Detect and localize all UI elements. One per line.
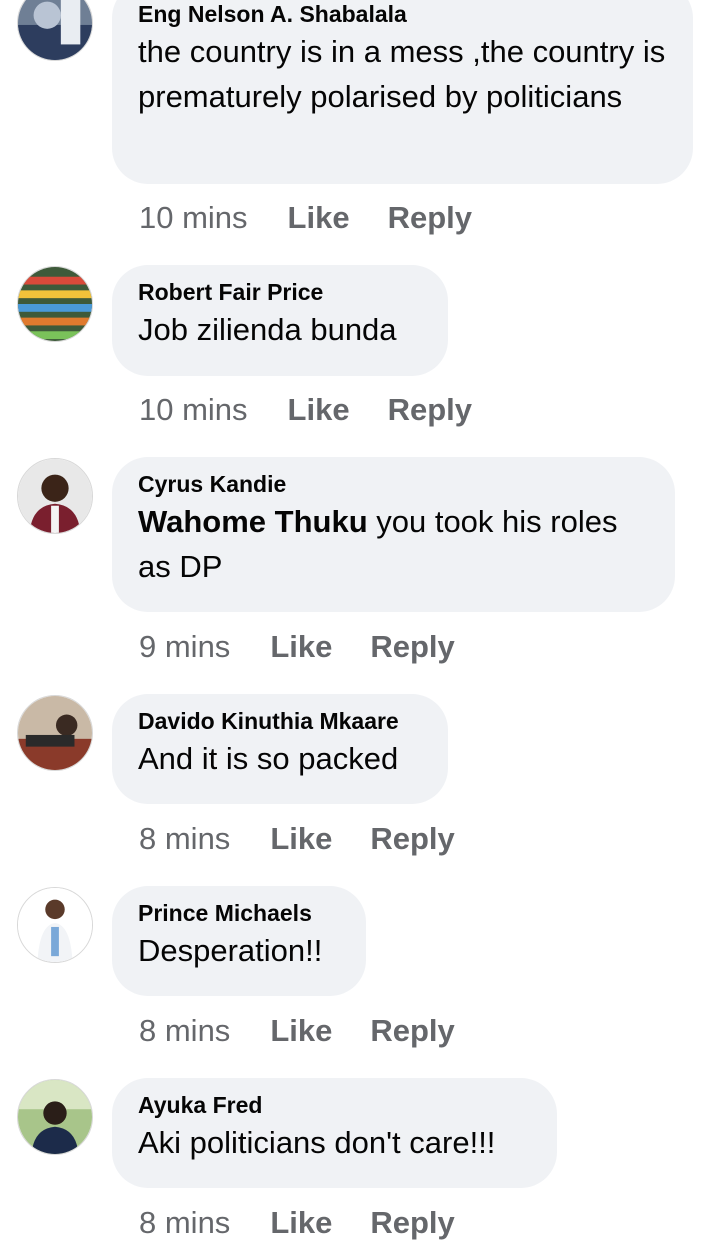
avatar[interactable]: [17, 1079, 93, 1155]
comment-bubble: Prince Michaels Desperation!!: [112, 886, 366, 996]
avatar[interactable]: [17, 0, 93, 61]
comment-time[interactable]: 10 mins: [139, 390, 248, 430]
comment-text: Aki politicians don't care!!!: [138, 1125, 496, 1160]
comment-time[interactable]: 8 mins: [139, 819, 230, 859]
comment-text: Wahome Thuku you took his roles as DP: [138, 499, 649, 589]
comment-text: And it is so packed: [138, 741, 399, 776]
comment-author[interactable]: Robert Fair Price: [138, 277, 422, 307]
avatar[interactable]: [17, 695, 93, 771]
like-button[interactable]: Like: [270, 627, 332, 667]
comment-actions: 10 mins Like Reply: [139, 390, 472, 430]
reply-button[interactable]: Reply: [388, 198, 472, 238]
comment-author[interactable]: Eng Nelson A. Shabalala: [138, 0, 667, 29]
comment-actions: 9 mins Like Reply: [139, 627, 455, 667]
comment-time[interactable]: 9 mins: [139, 627, 230, 667]
comment-bubble: Davido Kinuthia Mkaare And it is so pack…: [112, 694, 448, 804]
reply-button[interactable]: Reply: [370, 627, 454, 667]
like-button[interactable]: Like: [270, 1011, 332, 1051]
comment-actions: 10 mins Like Reply: [139, 198, 472, 238]
comment-actions: 8 mins Like Reply: [139, 819, 455, 859]
reply-button[interactable]: Reply: [388, 390, 472, 430]
comment-author[interactable]: Davido Kinuthia Mkaare: [138, 706, 422, 736]
like-button[interactable]: Like: [288, 390, 350, 430]
comment-bubble: Eng Nelson A. Shabalala the country is i…: [112, 0, 693, 184]
comment-text: the country is in a mess ,the country is…: [138, 34, 666, 114]
comment-bubble: Ayuka Fred Aki politicians don't care!!!: [112, 1078, 557, 1188]
comment-author[interactable]: Prince Michaels: [138, 898, 340, 928]
like-button[interactable]: Like: [270, 1203, 332, 1243]
comment-bubble: Robert Fair Price Job zilienda bunda: [112, 265, 448, 376]
comment-author[interactable]: Cyrus Kandie: [138, 469, 649, 499]
reply-button[interactable]: Reply: [370, 1011, 454, 1051]
like-button[interactable]: Like: [270, 819, 332, 859]
avatar[interactable]: [17, 887, 93, 963]
comment-time[interactable]: 10 mins: [139, 198, 248, 238]
comment-actions: 8 mins Like Reply: [139, 1203, 455, 1243]
comment-author[interactable]: Ayuka Fred: [138, 1090, 531, 1120]
reply-button[interactable]: Reply: [370, 1203, 454, 1243]
comment-text: Job zilienda bunda: [138, 312, 397, 347]
comment-bubble: Cyrus Kandie Wahome Thuku you took his r…: [112, 457, 675, 612]
like-button[interactable]: Like: [288, 198, 350, 238]
avatar[interactable]: [17, 458, 93, 534]
comment-actions: 8 mins Like Reply: [139, 1011, 455, 1051]
mention-link[interactable]: Wahome Thuku: [138, 504, 368, 539]
avatar[interactable]: [17, 266, 93, 342]
comment-time[interactable]: 8 mins: [139, 1011, 230, 1051]
comment-text: Desperation!!: [138, 933, 323, 968]
reply-button[interactable]: Reply: [370, 819, 454, 859]
comment-time[interactable]: 8 mins: [139, 1203, 230, 1243]
